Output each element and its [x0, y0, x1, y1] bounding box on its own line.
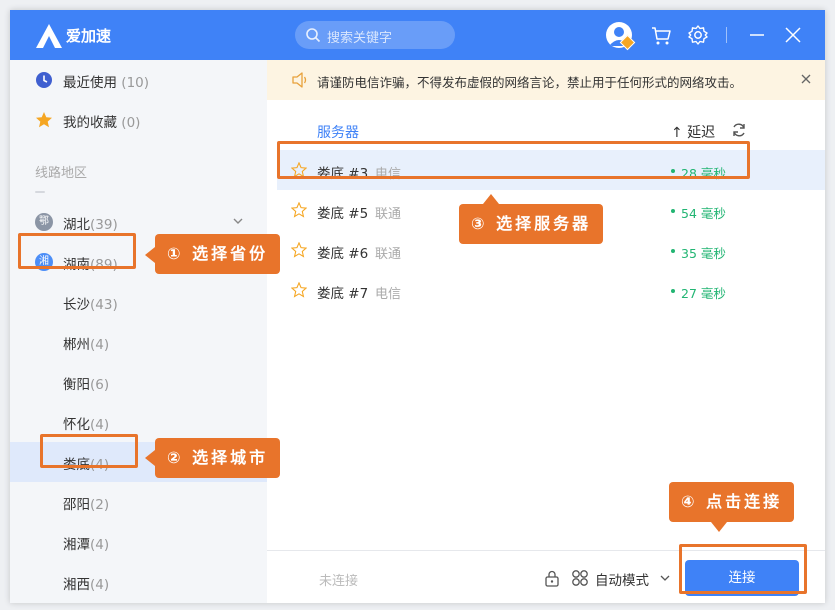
section-title-regions: 线路地区 — [35, 166, 88, 181]
city-label: 湘潭 — [63, 537, 90, 553]
city-count: (4) — [90, 537, 110, 553]
city-count: (43) — [90, 297, 118, 313]
callout-step1: ① 选择省份 — [155, 234, 281, 274]
grid-mode-icon[interactable] — [571, 569, 589, 587]
callout-step4: ④ 点击连接 — [669, 482, 795, 522]
sidebar-item-count: (0) — [121, 115, 141, 131]
star-icon — [36, 112, 52, 128]
server-latency: 27 毫秒 — [681, 286, 726, 301]
section-divider — [35, 191, 45, 193]
cart-icon[interactable] — [648, 22, 674, 48]
sidebar-item-city[interactable]: 长沙(43) — [10, 282, 267, 322]
favorite-star-icon[interactable] — [291, 242, 307, 258]
callout-pointer — [483, 194, 499, 204]
callout-pointer — [145, 450, 155, 466]
sidebar-item-label: 湖北 — [63, 217, 90, 233]
titlebar-divider — [726, 27, 727, 43]
gear-icon[interactable] — [685, 22, 711, 48]
sidebar-item-label: 我的收藏 — [63, 115, 117, 131]
server-row[interactable]: 娄底 #7 电信 27 毫秒 — [277, 270, 825, 310]
sidebar-item-city[interactable]: 衡阳(6) — [10, 362, 267, 402]
notice-text: 请谨防电信诈骗，不得发布虚假的网络言论，禁止用于任何形式的网络攻击。 — [317, 75, 743, 90]
favorite-star-icon[interactable] — [291, 282, 307, 298]
city-label: 邵阳 — [63, 497, 90, 513]
city-label: 湘西 — [63, 577, 90, 593]
city-count: (4) — [90, 337, 110, 353]
sidebar-item-city[interactable]: 湘西(4) — [10, 562, 267, 602]
latency-dot-icon — [671, 289, 675, 293]
search-icon — [306, 28, 321, 43]
connection-status: 未连接 — [319, 574, 359, 589]
sidebar-item-favorites[interactable]: 我的收藏 (0) — [10, 100, 267, 140]
close-notice-icon[interactable] — [799, 72, 813, 86]
sidebar-item-count: (10) — [121, 75, 150, 91]
highlight-server — [277, 141, 750, 179]
latency-dot-icon — [671, 209, 675, 213]
latency-dot-icon — [671, 249, 675, 253]
sidebar-item-count: (39) — [90, 217, 118, 233]
province-badge: 鄂 — [35, 213, 53, 231]
sidebar-item-city[interactable]: 郴州(4) — [10, 322, 267, 362]
callout-step3: ③ 选择服务器 — [459, 204, 604, 244]
lock-icon[interactable] — [543, 569, 561, 587]
highlight-province — [18, 233, 136, 269]
city-label: 怀化 — [63, 417, 90, 433]
chevron-down-icon[interactable] — [659, 572, 671, 584]
server-isp: 电信 — [375, 287, 402, 302]
speaker-icon — [292, 72, 307, 88]
sidebar-item-recent[interactable]: 最近使用 (10) — [10, 60, 267, 100]
sidebar-item-city[interactable]: 湘潭(4) — [10, 522, 267, 562]
sidebar: 最近使用 (10) 我的收藏 (0) 线路地区 鄂 湖北(39) 湘 湖南(89… — [10, 60, 267, 603]
server-name: 娄底 #6 — [317, 246, 369, 262]
minimize-icon[interactable] — [744, 22, 770, 48]
server-latency: 54 毫秒 — [681, 206, 726, 221]
highlight-city — [40, 434, 138, 468]
notice-bar: 请谨防电信诈骗，不得发布虚假的网络言论，禁止用于任何形式的网络攻击。 — [267, 60, 825, 100]
city-count: (4) — [90, 577, 110, 593]
search-box[interactable]: 搜索关键字 — [295, 21, 455, 49]
city-label: 郴州 — [63, 337, 90, 353]
server-name: 娄底 #7 — [317, 286, 369, 302]
city-label: 长沙 — [63, 297, 90, 313]
server-isp: 联通 — [375, 247, 402, 262]
mode-select[interactable]: 自动模式 — [595, 569, 649, 589]
refresh-icon[interactable] — [731, 122, 747, 138]
favorite-star-icon[interactable] — [291, 202, 307, 218]
city-label: 衡阳 — [63, 377, 90, 393]
app-title: 爱加速 — [66, 27, 112, 45]
server-name: 娄底 #5 — [317, 206, 369, 222]
chevron-down-icon[interactable] — [232, 215, 244, 227]
callout-step2: ② 选择城市 — [155, 438, 281, 478]
sidebar-item-label: 最近使用 — [63, 75, 117, 91]
callout-pointer — [145, 247, 155, 263]
city-count: (2) — [90, 497, 110, 513]
sidebar-item-city[interactable]: 邵阳(2) — [10, 482, 267, 522]
title-bar: 爱加速 搜索关键字 — [10, 10, 825, 60]
column-header-server: 服务器 — [317, 125, 359, 141]
highlight-connect — [679, 544, 807, 594]
app-logo-icon — [36, 24, 62, 48]
close-icon[interactable] — [780, 22, 806, 48]
server-isp: 联通 — [375, 207, 402, 222]
callout-pointer — [711, 522, 727, 532]
city-count: (4) — [90, 417, 110, 433]
sort-by-latency[interactable]: ↑ 延迟 — [671, 122, 715, 142]
city-count: (6) — [90, 377, 110, 393]
clock-icon — [36, 72, 52, 88]
server-latency: 35 毫秒 — [681, 246, 726, 261]
search-input[interactable]: 搜索关键字 — [327, 27, 392, 46]
